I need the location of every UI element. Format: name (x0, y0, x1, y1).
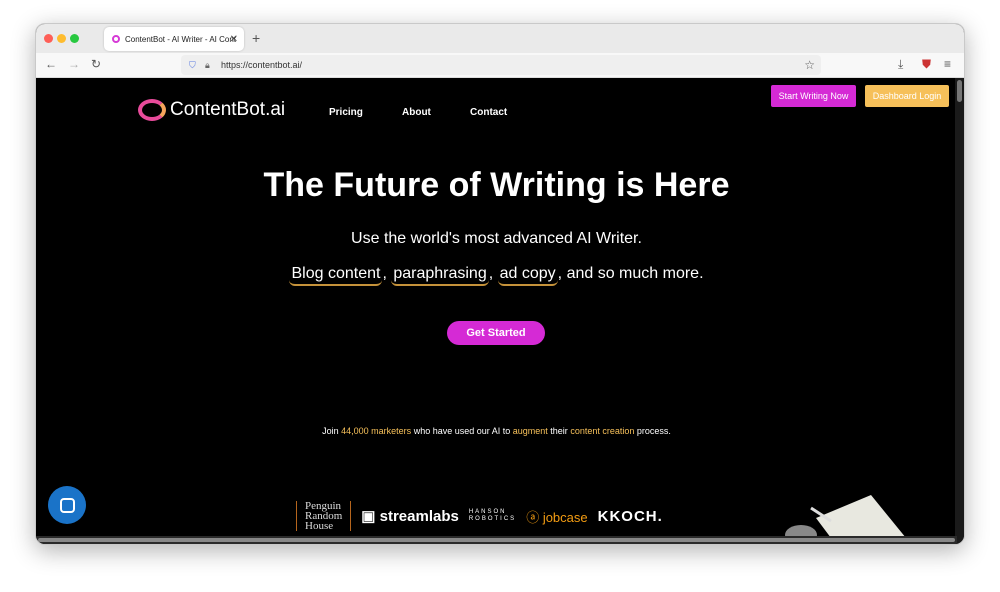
menu-icon[interactable]: ≡ (944, 57, 951, 71)
extension-icon[interactable]: ⛊ (922, 57, 931, 72)
brand-logo[interactable]: ContentBot.ai (138, 99, 285, 121)
tab-title: ContentBot - AI Writer - AI Cont (125, 34, 237, 44)
hero-subtitle: Use the world's most advanced AI Writer. (351, 230, 642, 247)
streamlabs-logo: ▣ streamlabs (361, 508, 459, 525)
logo-ring-icon (138, 99, 166, 121)
feature-ad-copy: ad copy (497, 265, 558, 286)
penguin-logo: Penguin Random House (296, 501, 352, 532)
close-tab-icon[interactable]: ✕ (230, 34, 238, 45)
feature-paraphrasing: paraphrasing (391, 265, 489, 286)
illustration (785, 495, 906, 538)
dashboard-login-button[interactable]: Dashboard Login (865, 85, 949, 107)
social-proof: Join 44,000 marketers who have used our … (322, 426, 671, 436)
nav-pricing[interactable]: Pricing (329, 107, 363, 118)
browser-tab[interactable]: ContentBot - AI Writer - AI Cont ✕ (104, 27, 244, 51)
hero-title: The Future of Writing is Here (263, 166, 730, 204)
reload-icon[interactable]: ↻ (91, 57, 101, 71)
nav-contact[interactable]: Contact (470, 107, 507, 118)
feature-blog: Blog content (289, 265, 383, 286)
page-content: ContentBot.ai Pricing About Contact Star… (36, 78, 957, 538)
features-tail: , and so much more. (557, 265, 704, 282)
koch-logo: KKOCH. (597, 507, 663, 525)
start-writing-button[interactable]: Start Writing Now (771, 85, 856, 107)
url-text: https://contentbot.ai/ (221, 60, 303, 70)
hero-features: Blog content, paraphrasing, ad copy, and… (36, 265, 957, 286)
client-logos: Penguin Random House ▣ streamlabs HANSON RO… (296, 498, 663, 534)
vertical-scrollbar[interactable] (955, 78, 964, 544)
hanson-logo: HANSON ROBOTICS (468, 509, 517, 522)
brand-name: ContentBot.ai (170, 99, 286, 120)
nav-about[interactable]: About (402, 107, 431, 118)
get-started-button[interactable]: Get Started (447, 321, 545, 345)
back-icon[interactable]: ← (45, 57, 57, 71)
jobcase-logo: ⓐ jobcase (526, 509, 588, 525)
bookmark-star-icon[interactable]: ☆ (804, 58, 815, 72)
horizontal-scrollbar[interactable] (36, 536, 957, 544)
new-tab-button[interactable]: + (252, 30, 260, 46)
favicon-icon (112, 35, 120, 43)
forward-icon[interactable]: → (68, 57, 80, 71)
chat-icon (59, 497, 75, 513)
browser-toolbar: ← → ↻ ⛉ 🔒︎ https://contentbot.ai/ ☆ ⤓ ⛊ … (36, 53, 964, 78)
download-icon[interactable]: ⤓ (898, 57, 903, 72)
tab-bar: ContentBot - AI Writer - AI Cont ✕ + (36, 24, 964, 53)
lock-icon: 🔒︎ (205, 59, 210, 70)
chat-widget-button[interactable] (48, 486, 86, 524)
shield-icon: ⛉ (189, 59, 196, 70)
close-window-button[interactable] (44, 34, 53, 43)
maximize-window-button[interactable] (70, 34, 79, 43)
minimize-window-button[interactable] (57, 34, 66, 43)
address-bar[interactable]: ⛉ 🔒︎ https://contentbot.ai/ ☆ (181, 55, 821, 75)
browser-window: ContentBot - AI Writer - AI Cont ✕ + ← →… (35, 23, 965, 545)
